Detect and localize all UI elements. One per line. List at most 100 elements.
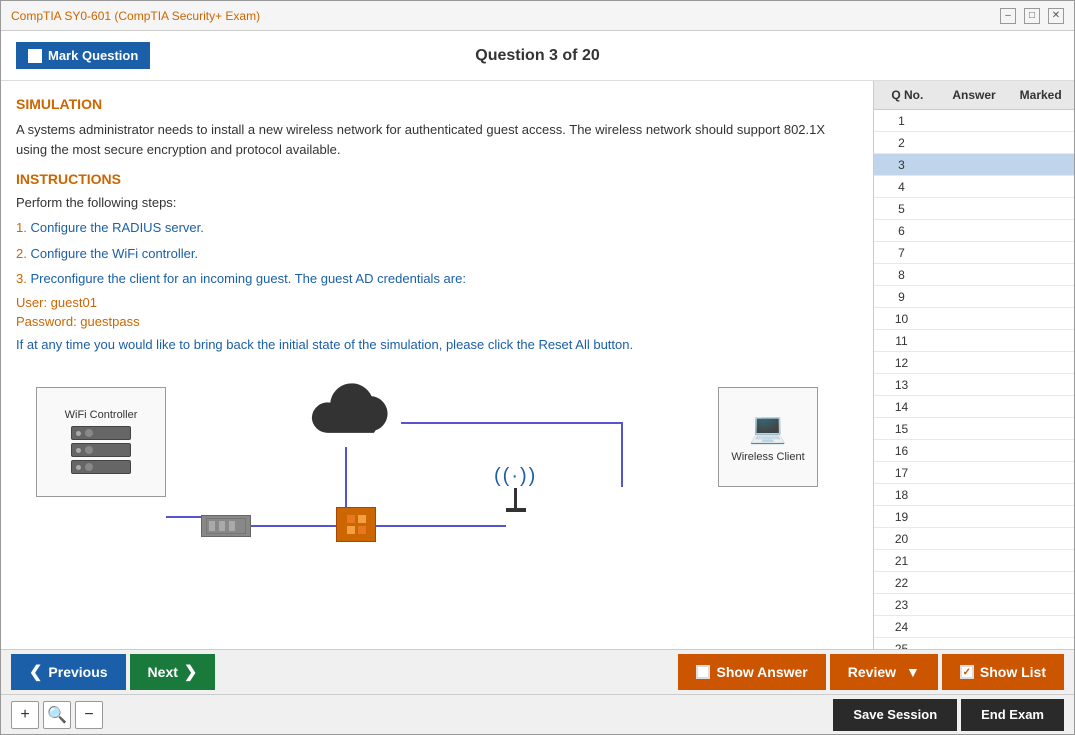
qlist-num: 24 bbox=[874, 620, 929, 634]
qlist-row[interactable]: 11 bbox=[874, 330, 1074, 352]
titlebar-title: CompTIA SY0-601 (CompTIA Security+ Exam) bbox=[11, 9, 260, 23]
switch-icon bbox=[201, 515, 251, 537]
switch-svg bbox=[206, 518, 246, 534]
maximize-button[interactable]: □ bbox=[1024, 8, 1040, 24]
qlist-row[interactable]: 14 bbox=[874, 396, 1074, 418]
qlist-header-marked: Marked bbox=[1007, 86, 1074, 104]
qlist-row[interactable]: 23 bbox=[874, 594, 1074, 616]
qlist-num: 13 bbox=[874, 378, 929, 392]
disk-2 bbox=[85, 446, 93, 454]
show-list-button[interactable]: ✓ Show List bbox=[942, 654, 1064, 690]
laptop-icon: 💻 bbox=[749, 411, 786, 446]
qlist-row[interactable]: 2 bbox=[874, 132, 1074, 154]
qlist-num: 17 bbox=[874, 466, 929, 480]
qlist-row[interactable]: 15 bbox=[874, 418, 1074, 440]
next-button[interactable]: Next ❯ bbox=[130, 654, 216, 690]
qlist-num: 3 bbox=[874, 158, 929, 172]
qlist-row[interactable]: 22 bbox=[874, 572, 1074, 594]
qlist-row[interactable]: 10 bbox=[874, 308, 1074, 330]
qlist-row[interactable]: 13 bbox=[874, 374, 1074, 396]
previous-label: Previous bbox=[48, 664, 107, 680]
next-arrow-icon: ❯ bbox=[184, 662, 197, 682]
save-session-label: Save Session bbox=[853, 707, 937, 722]
bottom-toolbar: ❮ Previous Next ❯ Show Answer Review ▼ ✓… bbox=[1, 649, 1074, 694]
show-answer-button[interactable]: Show Answer bbox=[678, 654, 825, 690]
qlist-row[interactable]: 3 bbox=[874, 154, 1074, 176]
qlist-row[interactable]: 4 bbox=[874, 176, 1074, 198]
qlist-num: 4 bbox=[874, 180, 929, 194]
qlist-row[interactable]: 5 bbox=[874, 198, 1074, 220]
wireless-client-label: Wireless Client bbox=[731, 451, 804, 463]
qlist-num: 10 bbox=[874, 312, 929, 326]
perform-text: Perform the following steps: bbox=[16, 195, 858, 210]
line-cloud-firewall bbox=[345, 447, 347, 507]
firewall-cell-3 bbox=[347, 526, 355, 534]
next-label: Next bbox=[148, 664, 178, 680]
disk-3 bbox=[85, 463, 93, 471]
cloud-icon bbox=[296, 377, 396, 457]
main-window: CompTIA SY0-601 (CompTIA Security+ Exam)… bbox=[0, 0, 1075, 735]
qlist-num: 7 bbox=[874, 246, 929, 260]
qlist-header-qno: Q No. bbox=[874, 86, 941, 104]
qlist-row[interactable]: 24 bbox=[874, 616, 1074, 638]
minimize-button[interactable]: – bbox=[1000, 8, 1016, 24]
led-3 bbox=[76, 465, 81, 470]
end-exam-button[interactable]: End Exam bbox=[961, 699, 1064, 731]
qlist-row[interactable]: 25 bbox=[874, 638, 1074, 649]
titlebar-app-name: CompTIA SY0-601 bbox=[11, 9, 114, 23]
qlist-num: 22 bbox=[874, 576, 929, 590]
main-area: SIMULATION A systems administrator needs… bbox=[1, 81, 1074, 649]
qlist-num: 6 bbox=[874, 224, 929, 238]
qlist-row[interactable]: 6 bbox=[874, 220, 1074, 242]
zoom-reset-button[interactable]: 🔍 bbox=[43, 701, 71, 729]
firewall-pattern bbox=[347, 515, 366, 534]
qlist-row[interactable]: 18 bbox=[874, 484, 1074, 506]
line-switch-firewall bbox=[251, 525, 339, 527]
review-button[interactable]: Review ▼ bbox=[830, 654, 938, 690]
qlist-num: 8 bbox=[874, 268, 929, 282]
qlist-row[interactable]: 8 bbox=[874, 264, 1074, 286]
led-2 bbox=[76, 448, 81, 453]
led-1 bbox=[76, 431, 81, 436]
question-body: A systems administrator needs to install… bbox=[16, 120, 858, 159]
qlist-row[interactable]: 9 bbox=[874, 286, 1074, 308]
zoom-out-button[interactable]: − bbox=[75, 701, 103, 729]
firewall-icon bbox=[336, 507, 376, 542]
question-area: SIMULATION A systems administrator needs… bbox=[1, 81, 874, 649]
zoom-in-button[interactable]: + bbox=[11, 701, 39, 729]
save-session-button[interactable]: Save Session bbox=[833, 699, 957, 731]
qlist-row[interactable]: 12 bbox=[874, 352, 1074, 374]
header: Mark Question Question 3 of 20 bbox=[1, 31, 1074, 81]
firewall-cell-1 bbox=[347, 515, 355, 523]
wifi-controller-box[interactable]: WiFi Controller bbox=[36, 387, 166, 497]
qlist-row[interactable]: 1 bbox=[874, 110, 1074, 132]
qlist-row[interactable]: 17 bbox=[874, 462, 1074, 484]
simulation-label: SIMULATION bbox=[16, 96, 858, 112]
qlist-row[interactable]: 16 bbox=[874, 440, 1074, 462]
qlist-header-answer: Answer bbox=[941, 86, 1008, 104]
review-label: Review bbox=[848, 664, 896, 680]
antenna-pole bbox=[514, 488, 517, 508]
wifi-controller-label: WiFi Controller bbox=[65, 409, 138, 421]
previous-button[interactable]: ❮ Previous bbox=[11, 654, 126, 690]
qlist-row[interactable]: 19 bbox=[874, 506, 1074, 528]
qlist-row[interactable]: 20 bbox=[874, 528, 1074, 550]
step-3: 3. Preconfigure the client for an incomi… bbox=[16, 269, 858, 289]
wireless-client-box[interactable]: 💻 Wireless Client bbox=[718, 387, 818, 487]
mark-question-button[interactable]: Mark Question bbox=[16, 42, 150, 69]
step-2: 2. Configure the WiFi controller. bbox=[16, 244, 858, 264]
qlist-row[interactable]: 21 bbox=[874, 550, 1074, 572]
firewall-cell-2 bbox=[358, 515, 366, 523]
line-down-client bbox=[621, 422, 623, 487]
reset-note: If at any time you would like to bring b… bbox=[16, 337, 858, 352]
line-wifi-switch bbox=[166, 516, 206, 518]
password-credential: Password: guestpass bbox=[16, 314, 858, 329]
qlist-body[interactable]: 1 2 3 4 5 6 7 8 9 10 11 bbox=[874, 110, 1074, 649]
qlist-num: 20 bbox=[874, 532, 929, 546]
server-unit-2 bbox=[71, 443, 131, 457]
close-button[interactable]: ✕ bbox=[1048, 8, 1064, 24]
antenna-icon: ((·)) bbox=[494, 465, 537, 512]
show-list-label: Show List bbox=[980, 664, 1046, 680]
qlist-row[interactable]: 7 bbox=[874, 242, 1074, 264]
user-credential: User: guest01 bbox=[16, 295, 858, 310]
